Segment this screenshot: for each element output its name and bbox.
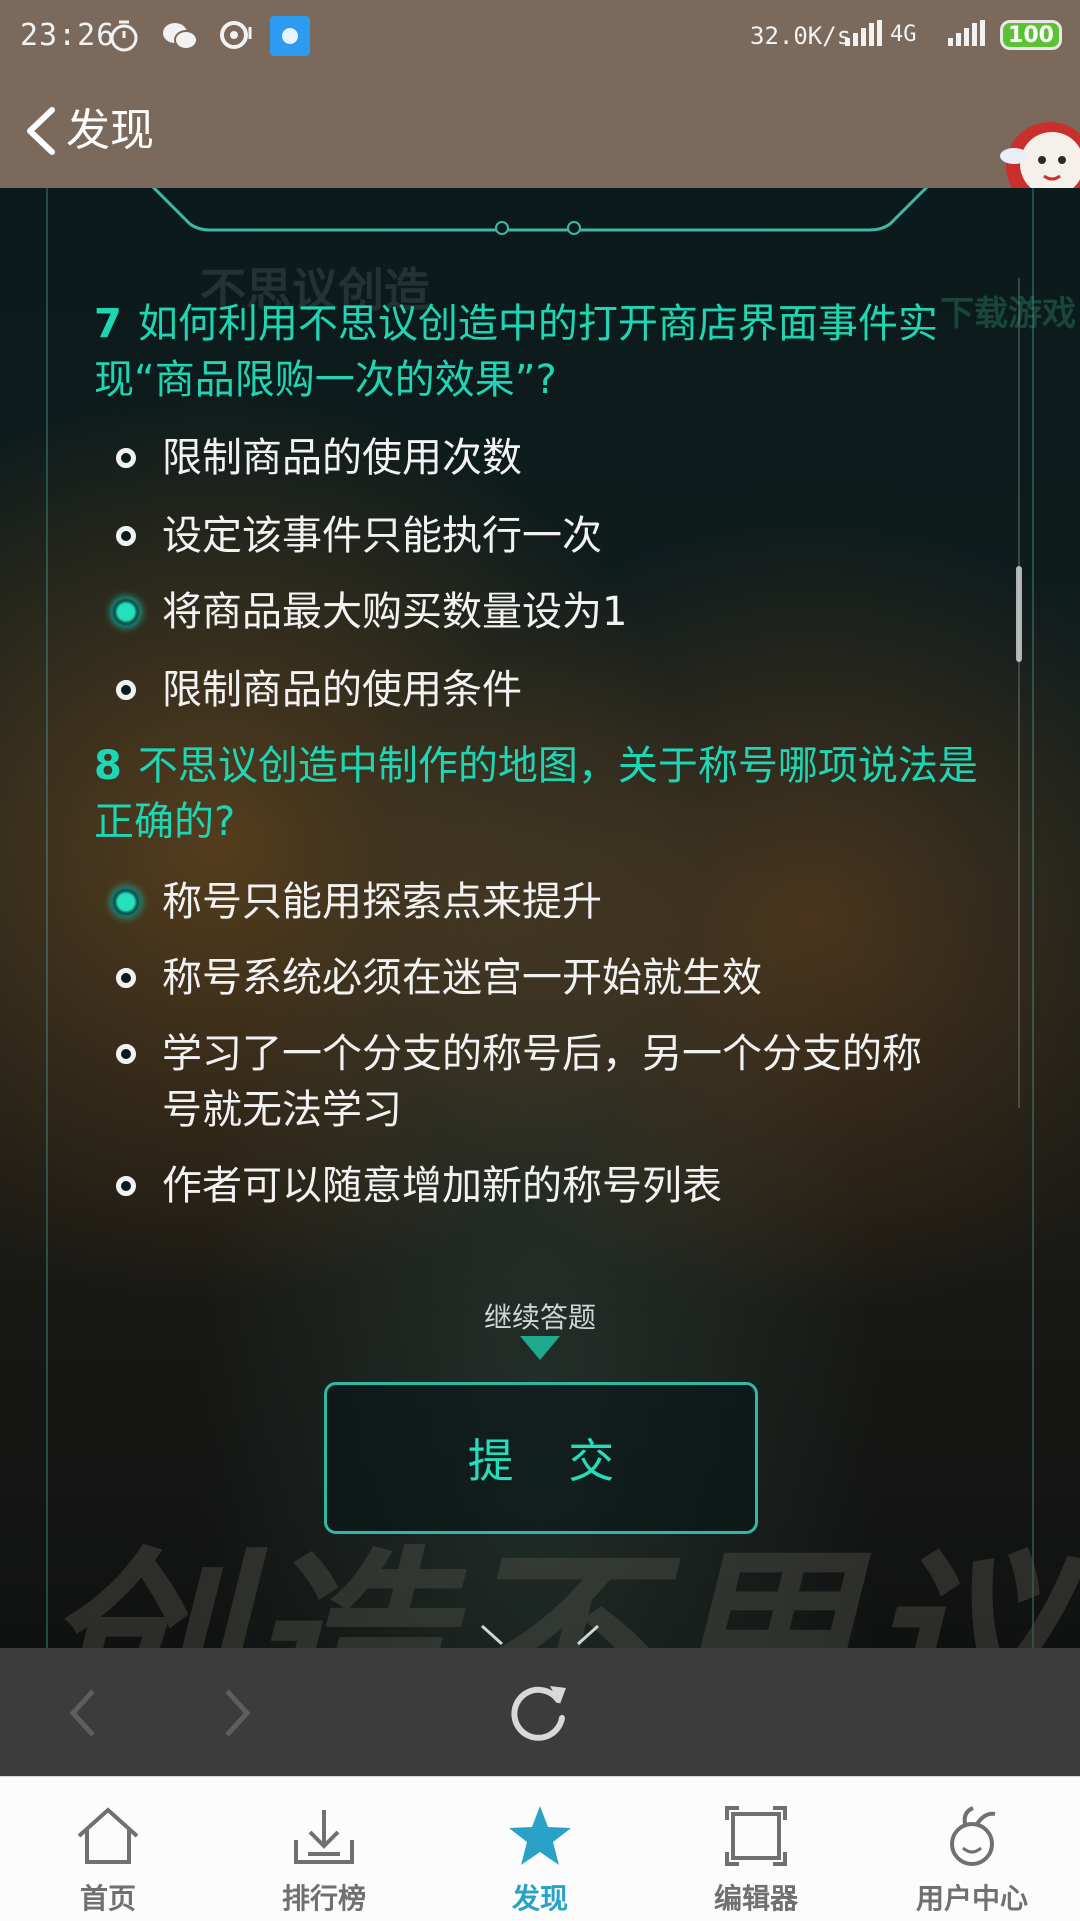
option-label: 称号只能用探索点来提升 — [162, 879, 602, 925]
question-8: 8 不思议创造中制作的地图，关于称号哪项说法是正确的? — [94, 738, 994, 850]
refresh-icon — [511, 1686, 566, 1741]
option-q7-d[interactable]: 限制商品的使用条件 — [116, 662, 922, 718]
refresh-button[interactable] — [504, 1678, 574, 1748]
battery-icon: 100 — [1000, 20, 1062, 50]
page-title: 发现 — [66, 105, 154, 156]
option-q8-d[interactable]: 作者可以随意增加新的称号列表 — [116, 1158, 922, 1214]
wechat-icon — [160, 16, 200, 56]
tab-label: 发现 — [511, 1882, 568, 1915]
scroll-track — [1018, 278, 1020, 1108]
radio-icon[interactable] — [116, 1044, 136, 1064]
network-type: 4G — [890, 22, 917, 47]
star-icon — [505, 1803, 575, 1869]
scroll-down-icon — [480, 1624, 600, 1646]
option-q8-b[interactable]: 称号系统必须在迷宫一开始就生效 — [116, 950, 922, 1006]
option-label: 设定该事件只能执行一次 — [162, 513, 602, 559]
option-q8-a[interactable]: 称号只能用探索点来提升 — [110, 874, 922, 930]
tab-home[interactable]: 首页 — [0, 1777, 216, 1921]
browser-forward-button[interactable] — [202, 1678, 272, 1748]
battery-level: 100 — [1008, 22, 1054, 48]
radio-selected-icon[interactable] — [110, 596, 142, 628]
question-text: 如何利用不思议创造中的打开商店界面事件实现“商品限购一次的效果”? — [94, 301, 938, 403]
radio-icon[interactable] — [116, 968, 136, 988]
radio-icon[interactable] — [116, 448, 136, 468]
question-7: 7 如何利用不思议创造中的打开商店界面事件实现“商品限购一次的效果”? — [94, 296, 994, 408]
question-text: 不思议创造中制作的地图，关于称号哪项说法是正确的? — [94, 743, 978, 845]
signal-icon — [845, 20, 882, 46]
editor-frame-icon — [721, 1803, 791, 1869]
radio-icon[interactable] — [116, 1176, 136, 1196]
submit-button[interactable]: 提 交 — [324, 1382, 758, 1534]
signal-icon-2 — [948, 20, 985, 46]
user-center-icon — [937, 1803, 1007, 1869]
home-icon — [73, 1803, 143, 1869]
top-frame-decoration — [151, 188, 929, 235]
download-icon — [289, 1803, 359, 1869]
option-label: 称号系统必须在迷宫一开始就生效 — [162, 955, 762, 1001]
tab-editor[interactable]: 编辑器 — [648, 1777, 864, 1921]
browser-back-button[interactable] — [48, 1678, 118, 1748]
option-q8-c[interactable]: 学习了一个分支的称号后，另一个分支的称号就无法学习 — [116, 1026, 942, 1138]
browser-nav-bar — [0, 1648, 1080, 1776]
bottom-tab-bar: 首页 排行榜 发现 编辑器 用户中心 — [0, 1776, 1080, 1921]
quiz-content: 不思议创造 下载游戏 创造不思议 7 如何利用不思议创造中的打开商店界面事件实现“… — [0, 188, 1080, 1648]
app-notification-icon — [270, 16, 310, 56]
tab-ranking[interactable]: 排行榜 — [216, 1777, 432, 1921]
net-speed: 32.0K/s — [750, 22, 852, 50]
option-q7-b[interactable]: 设定该事件只能执行一次 — [116, 508, 922, 564]
question-number: 8 — [94, 743, 122, 789]
tab-label: 用户中心 — [915, 1882, 1028, 1915]
tab-label: 编辑器 — [713, 1882, 798, 1915]
chevron-down-icon — [520, 1336, 560, 1360]
question-number: 7 — [94, 301, 122, 347]
tab-label: 首页 — [79, 1882, 136, 1915]
tab-user-center[interactable]: 用户中心 — [864, 1777, 1080, 1921]
tab-label: 排行榜 — [281, 1882, 366, 1915]
forward-arrow-icon — [225, 1689, 251, 1737]
radio-selected-icon[interactable] — [110, 886, 142, 918]
option-label: 学习了一个分支的称号后，另一个分支的称号就无法学习 — [162, 1031, 922, 1133]
tab-discover[interactable]: 发现 — [432, 1777, 648, 1921]
back-button[interactable] — [18, 96, 64, 166]
scrollbar-thumb[interactable] — [1016, 566, 1022, 662]
header-bar: 发现 — [0, 72, 1080, 210]
option-label: 限制商品的使用次数 — [162, 435, 522, 481]
chevron-left-icon — [27, 107, 55, 155]
option-label: 作者可以随意增加新的称号列表 — [162, 1163, 722, 1209]
back-arrow-icon — [69, 1689, 95, 1737]
option-label: 限制商品的使用条件 — [162, 667, 522, 713]
alarm-icon — [104, 16, 144, 56]
status-bar: 23:26 32.0K/s 4G 100 — [0, 0, 1080, 72]
option-q7-a[interactable]: 限制商品的使用次数 — [116, 430, 922, 486]
chat-bubble-icon — [216, 16, 256, 56]
option-label: 将商品最大购买数量设为1 — [162, 589, 628, 635]
radio-icon[interactable] — [116, 526, 136, 546]
radio-icon[interactable] — [116, 680, 136, 700]
option-q7-c[interactable]: 将商品最大购买数量设为1 — [110, 584, 922, 640]
status-time: 23:26 — [20, 18, 116, 53]
